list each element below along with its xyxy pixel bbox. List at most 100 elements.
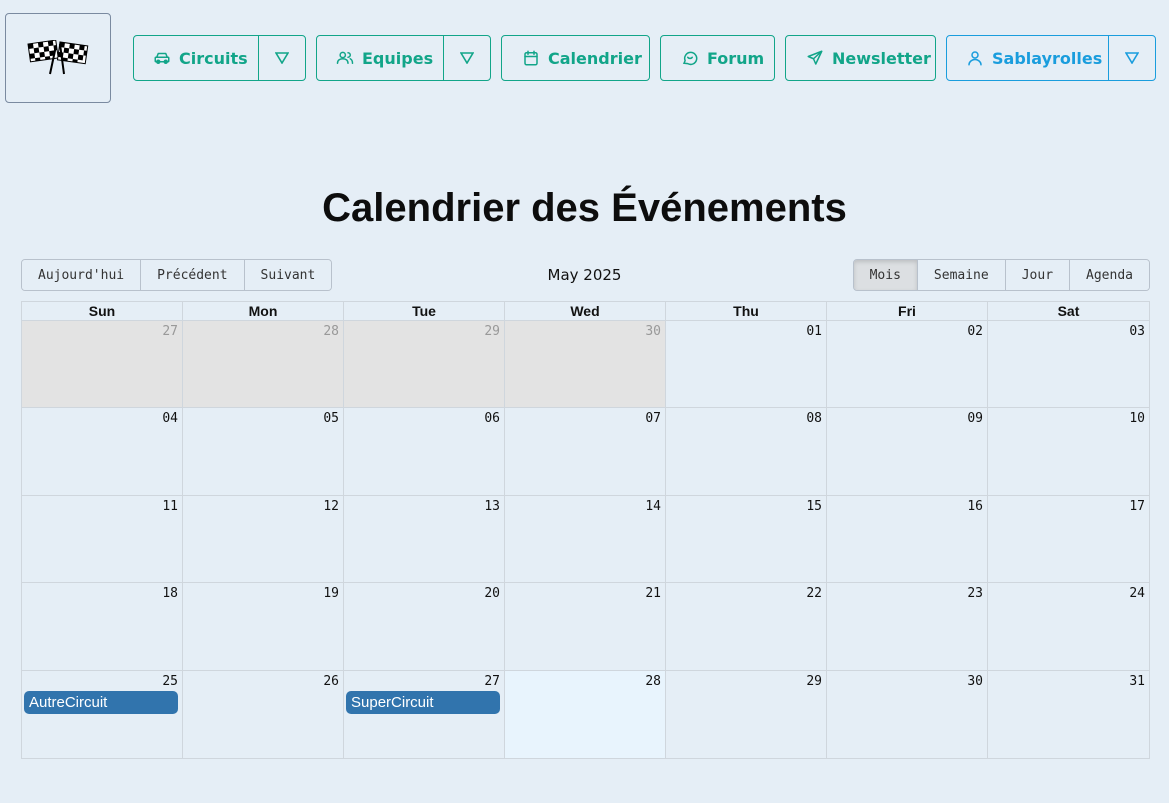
weekday-label: Thu <box>666 302 827 320</box>
day-cell-today[interactable]: 28 <box>505 670 666 758</box>
nav-circuits-button[interactable]: Circuits <box>134 36 260 80</box>
view-agenda-button[interactable]: Agenda <box>1070 260 1149 290</box>
day-cell[interactable]: 09 <box>827 408 988 496</box>
day-number[interactable]: 18 <box>24 586 178 601</box>
logo[interactable] <box>5 13 111 103</box>
chat-icon <box>682 51 698 66</box>
nav-calendrier-button[interactable]: Calendrier <box>501 35 650 81</box>
day-number[interactable]: 02 <box>829 324 983 339</box>
day-number[interactable]: 26 <box>185 674 339 689</box>
nav-newsletter-button[interactable]: Newsletter <box>785 35 936 81</box>
day-number[interactable]: 27 <box>24 324 178 339</box>
day-number[interactable]: 17 <box>990 499 1145 514</box>
day-cell[interactable]: 12 <box>183 495 344 584</box>
equipes-dropdown-toggle[interactable] <box>444 36 490 80</box>
day-number[interactable]: 29 <box>346 324 500 339</box>
day-number[interactable]: 04 <box>24 411 178 426</box>
day-cell[interactable]: 03 <box>988 321 1149 409</box>
day-number[interactable]: 06 <box>346 411 500 426</box>
month-calendar: Sun Mon Tue Wed Thu Fri Sat 27 28 29 30 01 02… <box>21 301 1150 759</box>
day-number[interactable]: 29 <box>668 674 822 689</box>
day-cell[interactable]: 16 <box>827 495 988 584</box>
weekday-label: Mon <box>183 302 344 320</box>
day-number[interactable]: 15 <box>668 499 822 514</box>
event-item[interactable]: SuperCircuit <box>346 690 500 714</box>
day-number[interactable]: 10 <box>990 411 1145 426</box>
day-cell[interactable]: 10 <box>988 408 1149 496</box>
day-cell[interactable]: 25 AutreCircuit <box>22 670 183 758</box>
day-cell[interactable]: 07 <box>505 408 666 496</box>
day-cell[interactable]: 26 <box>183 670 344 758</box>
day-number[interactable]: 21 <box>507 586 661 601</box>
day-number[interactable]: 25 <box>24 674 178 689</box>
day-number[interactable]: 23 <box>829 586 983 601</box>
user-dropdown-toggle[interactable] <box>1109 36 1155 80</box>
day-cell[interactable]: 01 <box>666 321 827 409</box>
weekday-header: Sun Mon Tue Wed Thu Fri Sat <box>22 302 1149 321</box>
day-cell[interactable]: 02 <box>827 321 988 409</box>
day-cell[interactable]: 19 <box>183 583 344 671</box>
view-switcher: Mois Semaine Jour Agenda <box>852 259 1150 291</box>
day-number[interactable]: 11 <box>24 499 178 514</box>
day-cell[interactable]: 13 <box>344 495 505 584</box>
day-number[interactable]: 27 <box>346 674 500 689</box>
nav-newsletter-label: Newsletter <box>832 48 931 68</box>
nav-equipes-button[interactable]: Equipes <box>317 36 445 80</box>
day-number[interactable]: 28 <box>507 674 661 689</box>
weekday-label: Fri <box>827 302 988 320</box>
day-number[interactable]: 24 <box>990 586 1145 601</box>
weekday-label: Tue <box>344 302 505 320</box>
day-cell[interactable]: 17 <box>988 496 1149 584</box>
send-icon <box>807 50 823 65</box>
view-week-button[interactable]: Semaine <box>917 260 1006 290</box>
day-number[interactable]: 28 <box>185 324 339 339</box>
day-cell[interactable]: 29 <box>344 321 505 409</box>
day-number[interactable]: 08 <box>668 411 822 426</box>
day-number[interactable]: 07 <box>507 411 661 426</box>
view-month-button[interactable]: Mois <box>853 260 918 290</box>
day-cell[interactable]: 06 <box>344 408 505 496</box>
day-cell[interactable]: 30 <box>827 670 988 758</box>
day-number[interactable]: 13 <box>346 499 500 514</box>
day-cell[interactable]: 28 <box>183 321 344 409</box>
day-number[interactable]: 30 <box>829 674 983 689</box>
day-cell[interactable]: 31 <box>988 671 1149 758</box>
day-cell[interactable]: 27 <box>22 321 183 409</box>
nav-calendrier-label: Calendrier <box>548 48 642 68</box>
view-day-button[interactable]: Jour <box>1005 260 1071 290</box>
day-number[interactable]: 16 <box>829 499 983 514</box>
day-number[interactable]: 20 <box>346 586 500 601</box>
day-number[interactable]: 19 <box>185 586 339 601</box>
weekday-label: Sat <box>1057 303 1080 319</box>
day-number[interactable]: 31 <box>990 674 1145 689</box>
event-item[interactable]: AutreCircuit <box>24 690 178 714</box>
weekday-label: Wed <box>505 302 666 320</box>
day-cell[interactable]: 14 <box>505 495 666 584</box>
day-cell[interactable]: 04 <box>22 408 183 496</box>
day-cell[interactable]: 21 <box>505 583 666 671</box>
day-cell[interactable]: 23 <box>827 583 988 671</box>
day-number[interactable]: 14 <box>507 499 661 514</box>
day-cell[interactable]: 15 <box>666 495 827 584</box>
nav-forum-button[interactable]: Forum <box>660 35 775 81</box>
day-number[interactable]: 12 <box>185 499 339 514</box>
day-cell[interactable]: 29 <box>666 670 827 758</box>
day-number[interactable]: 05 <box>185 411 339 426</box>
day-cell[interactable]: 27 SuperCircuit <box>344 670 505 758</box>
day-cell[interactable]: 05 <box>183 408 344 496</box>
day-number[interactable]: 09 <box>829 411 983 426</box>
users-icon <box>336 51 354 64</box>
day-number[interactable]: 30 <box>507 324 661 339</box>
day-cell[interactable]: 24 <box>988 583 1149 671</box>
day-number[interactable]: 01 <box>668 324 822 339</box>
day-number[interactable]: 03 <box>990 324 1145 339</box>
day-cell[interactable]: 22 <box>666 583 827 671</box>
day-number[interactable]: 22 <box>668 586 822 601</box>
day-cell[interactable]: 30 <box>505 321 666 409</box>
day-cell[interactable]: 18 <box>22 583 183 671</box>
day-cell[interactable]: 08 <box>666 408 827 496</box>
day-cell[interactable]: 20 <box>344 583 505 671</box>
circuits-dropdown-toggle[interactable] <box>259 36 305 80</box>
user-menu-button[interactable]: Sablayrolles <box>947 36 1110 80</box>
day-cell[interactable]: 11 <box>22 495 183 584</box>
